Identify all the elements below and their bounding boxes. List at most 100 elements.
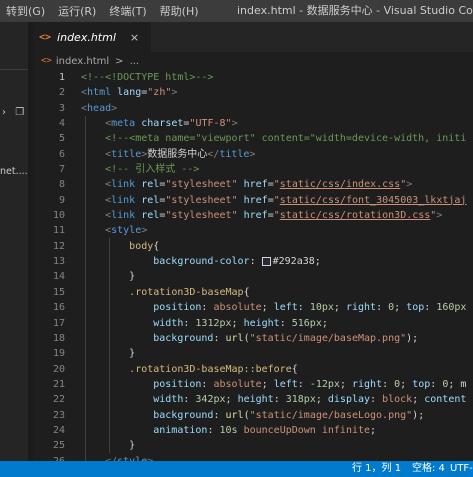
code-token: right [345, 302, 377, 314]
code-editor[interactable]: 1 2 3 4 5 6 7 8 9 10 11 12 13 14 15 16 17 18 19 20 21 22 23 24 2… [33, 70, 473, 461]
code-token: href [243, 210, 268, 222]
code-line[interactable]: } [81, 438, 473, 453]
code-line[interactable]: <!--<meta name="viewport" content="width… [81, 131, 473, 146]
code-line[interactable]: <head> [81, 101, 473, 116]
code-line[interactable]: .rotation3D-baseMap::before{ [81, 362, 473, 377]
code-link[interactable]: static/css/index.css [280, 179, 400, 190]
line-number: 26 [33, 454, 73, 461]
line-number: 5 [58, 133, 65, 145]
code-token: : [273, 394, 286, 406]
code-area[interactable]: <!--<!DOCTYPE html>--> <html lang="zh"> <h… [81, 70, 473, 461]
code-link[interactable]: static/css/rotation3D.css [280, 210, 431, 221]
code-line[interactable]: background: url("static/image/baseMap.pn… [81, 331, 473, 346]
code-line[interactable]: background-color: #292a38; [81, 254, 473, 269]
code-line[interactable]: background: url("static/image/baseLogo.p… [81, 408, 473, 423]
code-token: > [111, 102, 118, 114]
tab-index-html[interactable]: <> index.html × [33, 22, 151, 52]
code-line[interactable]: .rotation3D-baseMap{ [81, 285, 473, 300]
sidebar-file-item[interactable]: net.... [0, 166, 28, 177]
line-number: 21 [52, 378, 65, 390]
line-number: 2 [58, 87, 65, 99]
code-token: link [111, 210, 136, 222]
code-token: bounceUpDown [243, 424, 316, 436]
code-line[interactable]: <link rel="stylesheet" href="static/css/… [81, 193, 473, 208]
code-token: url [225, 332, 244, 344]
code-token: 516px [291, 317, 322, 329]
breadcrumb-more[interactable]: ... [130, 56, 140, 67]
code-token: "stylesheet" [165, 194, 238, 206]
code-token: : [424, 302, 437, 314]
code-token: </ [207, 148, 220, 160]
code-token: lang [117, 87, 142, 99]
window-title: index.html - 数据服务中心 - Visual Studio Code [237, 4, 473, 17]
code-token: ; [370, 424, 377, 436]
code-token: "zh" [147, 87, 172, 99]
close-icon[interactable]: × [130, 31, 139, 44]
code-token: link [111, 179, 136, 191]
code-line[interactable]: <title>数据服务中心</title> [81, 147, 473, 162]
code-token: ; [231, 317, 244, 329]
code-line[interactable]: width: 1312px; height: 516px; [81, 316, 473, 331]
code-token: ; [225, 394, 238, 406]
code-token: > [141, 225, 148, 237]
code-line[interactable]: animation: 10s bounceUpDown infinite; [81, 423, 473, 438]
code-token: } [129, 440, 136, 452]
code-token: meta [111, 118, 136, 130]
status-bar: 行 1，列 1 空格: 4 UTF- [0, 461, 473, 477]
code-line[interactable]: <!-- 引入样式 --> [81, 162, 473, 177]
code-token: ); [406, 332, 419, 344]
code-token: ; [261, 302, 274, 314]
code-line[interactable]: } [81, 346, 473, 361]
line-number: 1 [58, 72, 65, 83]
line-number: 10 [52, 210, 65, 222]
code-line[interactable]: body{ [81, 239, 473, 254]
code-line[interactable]: <link rel="stylesheet" href="static/css/… [81, 177, 473, 192]
line-number: 12 [52, 240, 65, 252]
code-token: .rotation3D-baseMap::before [129, 363, 292, 375]
code-line[interactable]: } [81, 269, 473, 284]
code-token: "stylesheet" [165, 179, 238, 191]
code-token: top [406, 302, 425, 314]
breadcrumb-file[interactable]: index.html [56, 56, 109, 67]
code-token: block [382, 394, 413, 406]
code-link[interactable]: static/css/font_3045003_lkxtjaj [280, 195, 467, 206]
cursor-position[interactable]: 行 1，列 1 [352, 461, 401, 477]
menu-item-terminal[interactable]: 终端(T) [109, 3, 146, 19]
code-line[interactable]: <style> [81, 223, 473, 238]
encoding-setting[interactable]: UTF- [450, 461, 473, 477]
code-line[interactable]: <link rel="stylesheet" href="static/css/… [81, 208, 473, 223]
code-line[interactable]: position: absolute; left: -12px; right: … [81, 377, 473, 392]
code-line[interactable]: </style> [81, 454, 473, 461]
indentation-setting[interactable]: 空格: 4 [412, 461, 445, 477]
code-token: : [297, 378, 310, 390]
line-number: 23 [52, 409, 65, 421]
color-swatch-icon[interactable] [261, 256, 271, 266]
code-token: 342px [195, 394, 226, 406]
copy-icon[interactable]: ❐ [15, 107, 24, 118]
code-line[interactable]: <meta charset="UTF-8"> [81, 116, 473, 131]
menu-item-goto[interactable]: 转到(G) [6, 3, 45, 19]
code-token: position [153, 302, 202, 314]
code-line[interactable]: <!--<!DOCTYPE html>--> [81, 70, 473, 85]
code-token: link [111, 194, 136, 206]
code-token: : [376, 302, 389, 314]
code-token: rel [141, 210, 160, 222]
code-line[interactable]: position: absolute; left: 10px; right: 0… [81, 300, 473, 315]
code-token: { [243, 286, 250, 298]
code-token: : [183, 394, 196, 406]
menu-item-help[interactable]: 帮助(H) [160, 3, 199, 19]
chevron-right-icon[interactable]: › [2, 107, 6, 118]
code-token: right [351, 378, 383, 390]
code-line[interactable]: <html lang="zh"> [81, 85, 473, 100]
code-token: : [249, 256, 262, 268]
code-line[interactable]: width: 342px; height: 318px; display: bl… [81, 392, 473, 407]
code-token: top [412, 378, 431, 390]
menu-item-run[interactable]: 运行(R) [58, 3, 96, 19]
